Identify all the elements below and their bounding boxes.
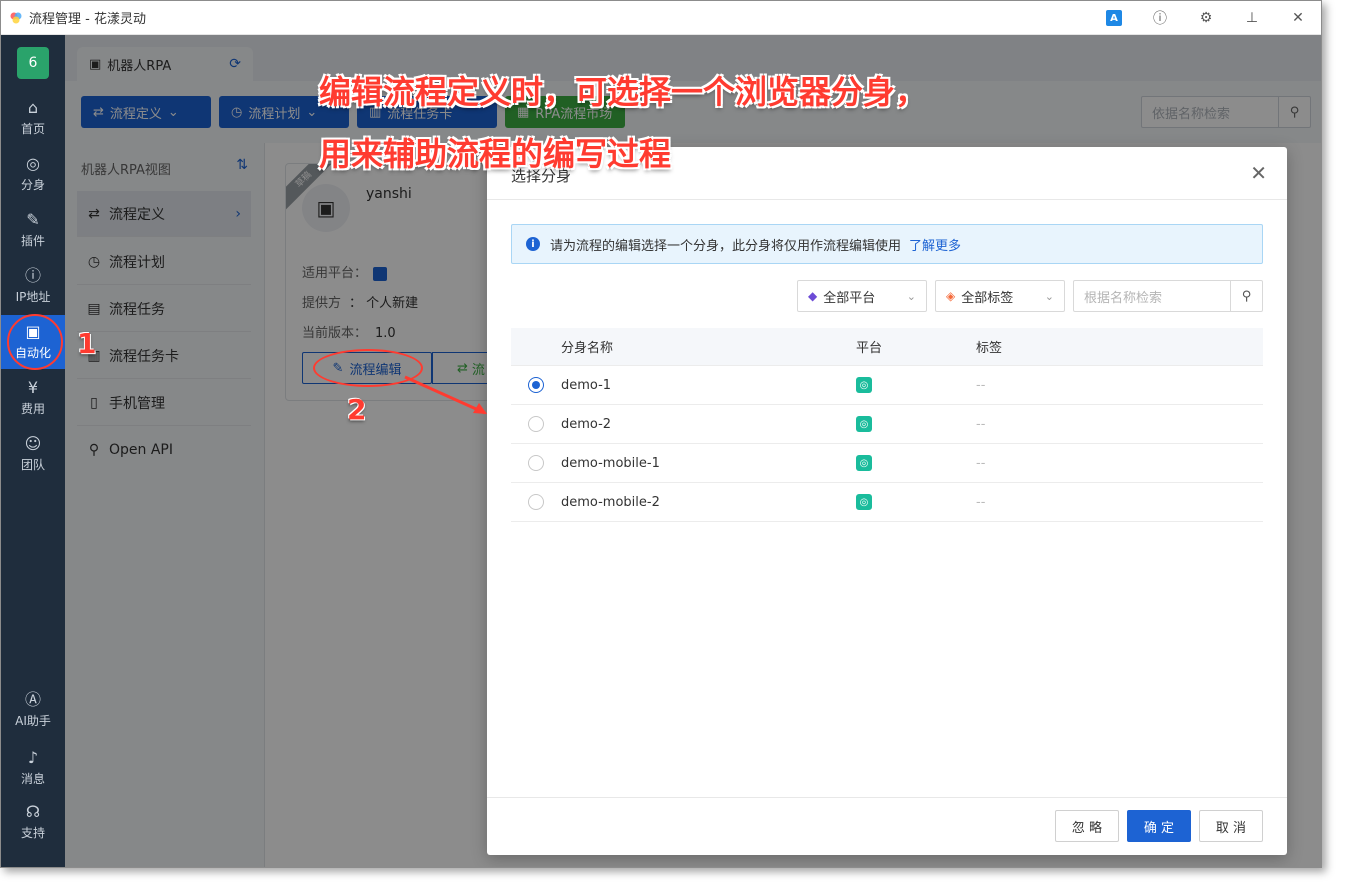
headset-icon: ☊ — [25, 802, 41, 821]
profile-name: demo-1 — [561, 377, 612, 393]
annotation-line-2: 用来辅助流程的编写过程 — [319, 135, 672, 173]
layers-icon: ◆ — [808, 289, 818, 303]
radio[interactable] — [528, 455, 544, 471]
profile-tags: -- — [976, 377, 986, 393]
nav-label: AI助手 — [15, 714, 51, 728]
select-profile-modal: 选择分身 ✕ i 请为流程的编辑选择一个分身，此分身将仅用作流程编辑使用 了解更… — [487, 147, 1287, 855]
browser-icon: ◎ — [26, 154, 40, 173]
nav-home[interactable]: ⌂ 首页 — [1, 91, 65, 145]
tag-icon: ◈ — [946, 289, 956, 303]
ip-icon: ⓘ — [24, 266, 41, 285]
nav-ip[interactable]: ⓘ IP地址 — [1, 259, 65, 313]
nav-billing[interactable]: ¥ 费用 — [1, 371, 65, 425]
nav-browsers[interactable]: ◎ 分身 — [1, 147, 65, 201]
chevron-down-icon: ⌄ — [1044, 289, 1054, 303]
tag-filter[interactable]: ◈ 全部标签 ⌄ — [935, 280, 1065, 312]
radio-selected[interactable] — [528, 377, 544, 393]
nav-team[interactable]: ☺ 团队 — [1, 427, 65, 481]
help-button[interactable]: ⓘ — [1137, 1, 1183, 35]
browser-platform-icon: ◎ — [856, 416, 872, 432]
bell-icon: ♪ — [27, 748, 39, 767]
close-icon[interactable]: ✕ — [1250, 161, 1267, 185]
nav-label: IP地址 — [15, 290, 51, 304]
divider — [487, 199, 1287, 200]
browser-platform-icon: ◎ — [856, 494, 872, 510]
nav-label: 首页 — [20, 122, 45, 136]
search-icon[interactable]: ⚲ — [1230, 281, 1262, 311]
translate-icon: A — [1106, 10, 1122, 26]
annotation-line-1: 编辑流程定义时，可选择一个浏览器分身， — [319, 73, 928, 111]
nav-label: 消息 — [20, 772, 45, 786]
close-icon: ✕ — [1292, 10, 1304, 26]
profile-search-input[interactable]: 根据名称检索 — [1074, 287, 1230, 306]
left-nav: 6 ⌂ 首页 ◎ 分身 ✎ 插件 ⓘ IP地址 ▣ 自动化 ¥ 费用 ☺ 团队 Ⓐ AI助手 ♪… — [1, 35, 65, 867]
ignore-button[interactable]: 忽 略 — [1055, 810, 1119, 842]
annotation-ring-1 — [7, 314, 63, 370]
app-logo-icon — [10, 12, 22, 23]
help-icon: ⓘ — [1153, 11, 1167, 27]
table-header: 分身名称 平台 标签 — [511, 328, 1263, 366]
gear-icon: ⚙ — [1199, 10, 1213, 26]
profile-name: demo-mobile-2 — [561, 494, 660, 510]
chevron-down-icon: ⌄ — [906, 289, 916, 303]
pin-icon: ⊥ — [1245, 10, 1259, 26]
filter-label: 全部标签 — [961, 290, 1014, 306]
home-icon: ⌂ — [27, 98, 39, 117]
nav-label: 插件 — [20, 234, 45, 248]
column-platform: 平台 — [856, 341, 883, 356]
column-name: 分身名称 — [561, 341, 614, 356]
profile-name: demo-mobile-1 — [561, 455, 660, 471]
cancel-button[interactable]: 取 消 — [1199, 810, 1263, 842]
annotation-number-1: 1 — [77, 327, 97, 360]
filter-label: 全部平台 — [823, 290, 876, 306]
nav-ai-assistant[interactable]: Ⓐ AI助手 — [1, 683, 65, 737]
team-avatar[interactable]: 6 — [17, 47, 49, 79]
profile-table: 分身名称 平台 标签 demo-1 ◎ -- demo-2 ◎ -- demo-… — [511, 328, 1263, 522]
title-actions: A ⓘ ⚙ ⊥ ✕ — [1091, 1, 1321, 35]
nav-support[interactable]: ☊ 支持 — [1, 795, 65, 849]
radio[interactable] — [528, 494, 544, 510]
pin-button[interactable]: ⊥ — [1229, 1, 1275, 35]
nav-label: 分身 — [20, 178, 45, 192]
team-icon: ☺ — [24, 434, 42, 453]
nav-label: 团队 — [20, 458, 45, 472]
window-title: 流程管理 - 花漾灵动 — [29, 12, 146, 27]
table-row[interactable]: demo-1 ◎ -- — [511, 366, 1263, 405]
profile-tags: -- — [976, 416, 986, 432]
alert-text: 请为流程的编辑选择一个分身，此分身将仅用作流程编辑使用 — [550, 238, 902, 254]
ok-button[interactable]: 确 定 — [1127, 810, 1191, 842]
nav-plugins[interactable]: ✎ 插件 — [1, 203, 65, 257]
annotation-arrow — [404, 375, 487, 415]
info-alert: i 请为流程的编辑选择一个分身，此分身将仅用作流程编辑使用 了解更多 — [511, 224, 1263, 264]
ai-icon: Ⓐ — [24, 690, 41, 709]
info-icon: i — [526, 237, 540, 251]
settings-button[interactable]: ⚙ — [1183, 1, 1229, 35]
learn-more-link[interactable]: 了解更多 — [909, 235, 961, 254]
translate-button[interactable]: A — [1091, 1, 1137, 35]
browser-platform-icon: ◎ — [856, 377, 872, 393]
platform-filter[interactable]: ◆ 全部平台 ⌄ — [797, 280, 927, 312]
annotation-number-2: 2 — [347, 393, 367, 426]
nav-label: 支持 — [20, 826, 45, 840]
nav-messages[interactable]: ♪ 消息 — [1, 741, 65, 795]
profile-tags: -- — [976, 494, 986, 510]
radio[interactable] — [528, 416, 544, 432]
profile-name: demo-2 — [561, 416, 612, 432]
column-tags: 标签 — [976, 341, 1003, 356]
app-window: 流程管理 - 花漾灵动 A ⓘ ⚙ ⊥ ✕ 6 ⌂ 首页 ◎ 分身 ✎ 插件 ⓘ IP地… — [0, 0, 1322, 868]
nav-label: 费用 — [20, 402, 45, 416]
yen-icon: ¥ — [27, 378, 39, 397]
profile-tags: -- — [976, 455, 986, 471]
title-bar: 流程管理 - 花漾灵动 A ⓘ ⚙ ⊥ ✕ — [1, 1, 1321, 35]
table-row[interactable]: demo-mobile-2 ◎ -- — [511, 483, 1263, 522]
plugin-icon: ✎ — [26, 210, 40, 229]
table-row[interactable]: demo-2 ◎ -- — [511, 405, 1263, 444]
table-row[interactable]: demo-mobile-1 ◎ -- — [511, 444, 1263, 483]
modal-footer: 忽 略 确 定 取 消 — [487, 797, 1287, 855]
profile-search[interactable]: 根据名称检索 ⚲ — [1073, 280, 1263, 312]
close-window-button[interactable]: ✕ — [1275, 1, 1321, 35]
browser-platform-icon: ◎ — [856, 455, 872, 471]
